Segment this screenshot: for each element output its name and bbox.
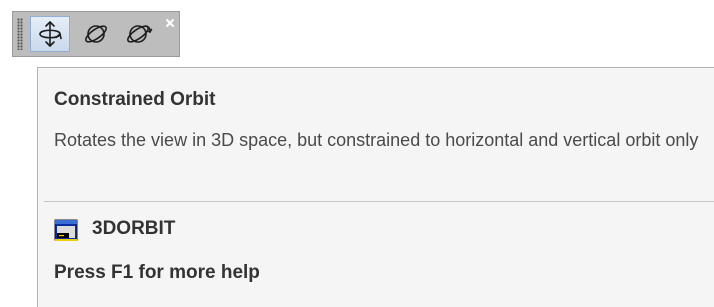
toolbar-grip-handle[interactable] [17,18,23,50]
continuous-orbit-button[interactable] [119,16,159,52]
continuous-orbit-icon [124,20,154,48]
tooltip-command-name: 3DORBIT [92,218,176,239]
command-window-icon [54,218,78,242]
tooltip-description: Rotates the view in 3D space, but constr… [54,130,699,150]
constrained-orbit-icon [36,19,64,49]
free-orbit-button[interactable] [76,16,116,52]
constrained-orbit-button[interactable] [30,16,70,52]
tooltip-divider [44,201,714,202]
free-orbit-icon [82,20,110,48]
orbit-toolbar [12,11,180,57]
tooltip-panel: Constrained Orbit Rotates the view in 3D… [37,67,714,307]
tooltip-help-hint: Press F1 for more help [54,262,260,283]
tooltip-title: Constrained Orbit [54,89,216,110]
close-icon[interactable] [165,15,175,27]
